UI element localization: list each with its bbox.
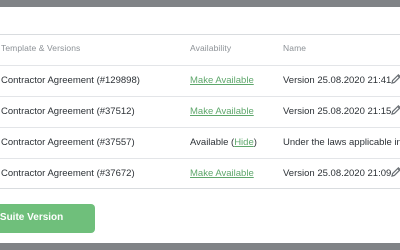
template-name: Contractor Agreement (#129898)	[1, 75, 140, 86]
make-available-link[interactable]: Make Available	[190, 75, 254, 86]
table-row: Contractor Agreement (#37672) Make Avail…	[0, 159, 400, 188]
version-name: Under the laws applicable in Z	[283, 137, 400, 148]
template-name: Contractor Agreement (#37557)	[1, 137, 135, 148]
bottom-frame-bar	[0, 243, 400, 250]
edit-pencil-icon[interactable]	[390, 166, 400, 180]
availability-status: Available (Hide)	[190, 137, 257, 148]
template-name: Contractor Agreement (#37672)	[1, 168, 135, 179]
availability-prefix: Available (	[190, 137, 235, 148]
edit-pencil-icon[interactable]	[390, 104, 400, 118]
create-suite-version-button[interactable]: Create Suite Version	[0, 204, 95, 233]
versions-table: Template & Versions Availability Name Co…	[0, 34, 400, 189]
column-header-availability: Availability	[190, 43, 232, 53]
column-header-name: Name	[283, 43, 307, 53]
table-row: Contractor Agreement (#129898) Make Avai…	[0, 66, 400, 97]
versions-panel: Template & Versions Availability Name Co…	[0, 7, 400, 243]
make-available-link[interactable]: Make Available	[190, 168, 254, 179]
template-name: Contractor Agreement (#37512)	[1, 106, 135, 117]
table-row: Contractor Agreement (#37557) Available …	[0, 128, 400, 159]
top-frame-bar	[0, 0, 400, 7]
column-header-template: Template & Versions	[1, 43, 81, 53]
version-name: Version 25.08.2020 21:09	[283, 168, 392, 179]
edit-pencil-icon[interactable]	[390, 73, 400, 87]
button-label: Create Suite Version	[0, 212, 64, 223]
make-available-link[interactable]: Make Available	[190, 106, 254, 117]
version-name: Version 25.08.2020 21:41	[283, 75, 392, 86]
availability-suffix: )	[253, 137, 257, 148]
version-name: Version 25.08.2020 21:15	[283, 106, 392, 117]
table-row: Contractor Agreement (#37512) Make Avail…	[0, 97, 400, 128]
hide-link[interactable]: Hide	[234, 137, 254, 148]
table-header: Template & Versions Availability Name	[0, 35, 400, 66]
